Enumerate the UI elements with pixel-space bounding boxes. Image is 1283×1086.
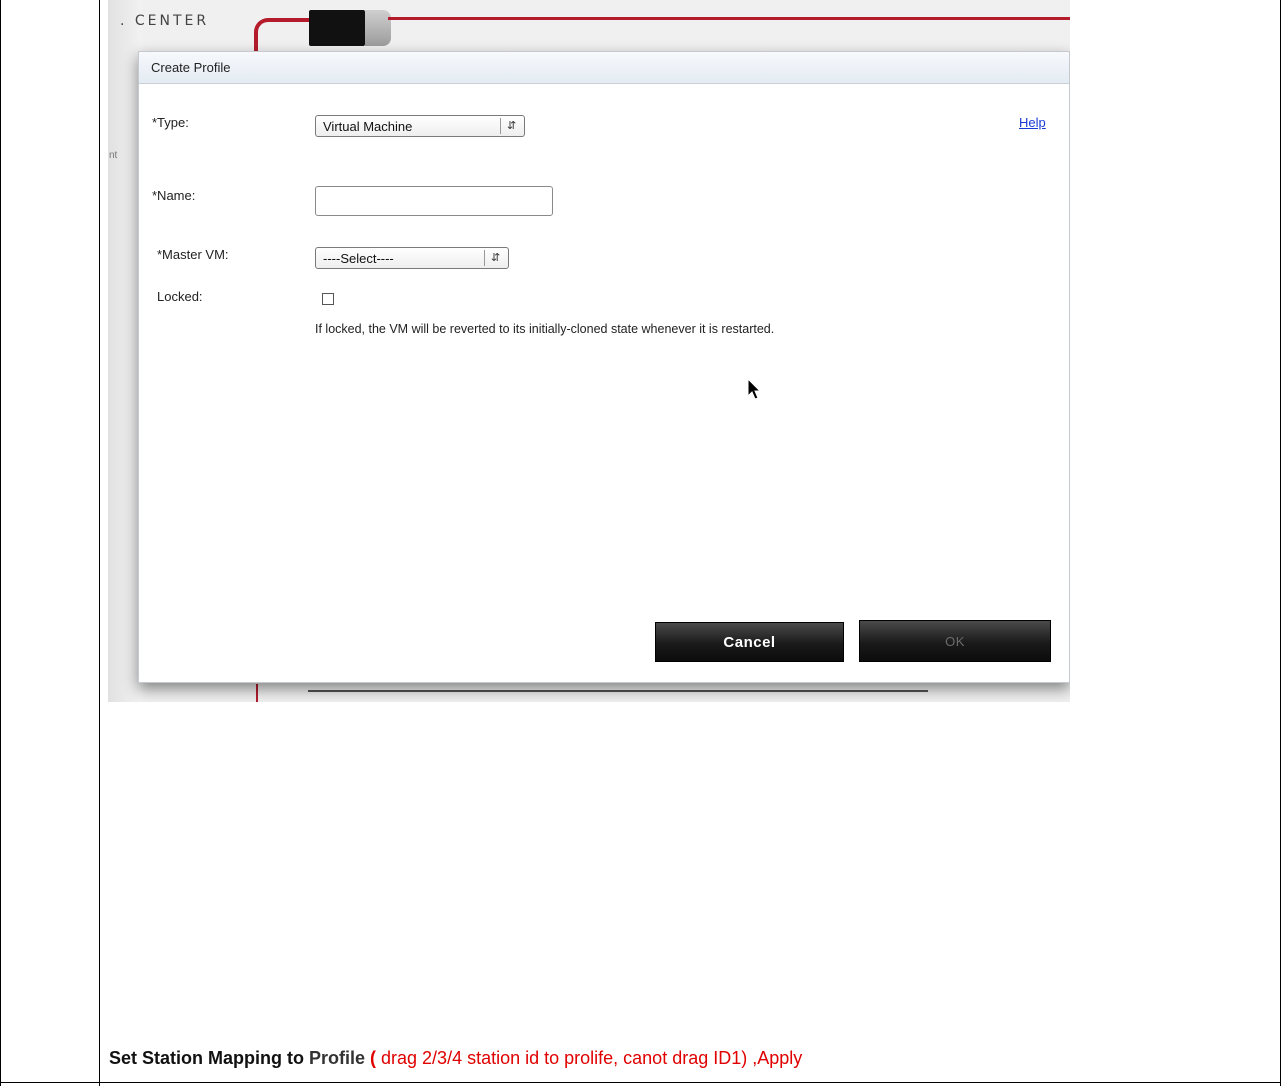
select-separator bbox=[484, 250, 485, 266]
background-shade bbox=[108, 0, 142, 702]
brand-text: . CENTER bbox=[120, 13, 210, 29]
caption-profile: Profile bbox=[309, 1048, 371, 1068]
up-down-arrows-icon: ⇵ bbox=[491, 252, 501, 264]
locked-hint: If locked, the VM will be reverted to it… bbox=[315, 322, 775, 336]
caption-note: drag 2/3/4 station id to prolife, canot … bbox=[376, 1048, 803, 1068]
locked-label: Locked: bbox=[157, 289, 203, 304]
background-red-line bbox=[256, 684, 258, 702]
type-select[interactable]: Virtual Machine ⇵ bbox=[315, 115, 525, 137]
caption-main: Set Station Mapping to bbox=[109, 1048, 309, 1068]
dialog-title: Create Profile bbox=[151, 60, 231, 75]
instruction-caption: Set Station Mapping to Profile ( drag 2/… bbox=[109, 1048, 802, 1069]
create-profile-dialog: Create Profile *Type: Virtual Machine ⇵ … bbox=[138, 51, 1070, 683]
background-dark-line bbox=[308, 690, 928, 692]
table-border-left bbox=[0, 0, 1, 1086]
header-black-tab bbox=[309, 10, 365, 46]
ok-button[interactable]: OK bbox=[859, 620, 1051, 662]
dialog-header: Create Profile bbox=[139, 52, 1069, 84]
master-vm-label: *Master VM: bbox=[157, 247, 229, 262]
up-down-arrows-icon: ⇵ bbox=[507, 120, 517, 132]
name-input[interactable] bbox=[315, 186, 553, 216]
locked-checkbox[interactable] bbox=[322, 293, 334, 305]
master-vm-select[interactable]: ----Select---- ⇵ bbox=[315, 247, 509, 269]
header-grey-tab bbox=[365, 10, 391, 46]
master-vm-select-value: ----Select---- bbox=[323, 251, 394, 266]
name-label: *Name: bbox=[152, 188, 196, 203]
table-border-right bbox=[1280, 0, 1281, 1086]
table-border-bottom bbox=[0, 1082, 1281, 1083]
cancel-button[interactable]: Cancel bbox=[655, 622, 844, 662]
table-column-divider bbox=[99, 0, 100, 1086]
type-label: *Type: bbox=[152, 115, 189, 130]
help-link[interactable]: Help bbox=[1019, 115, 1046, 130]
select-separator bbox=[500, 118, 501, 134]
mouse-cursor-icon bbox=[747, 378, 762, 400]
header-red-line bbox=[388, 17, 1070, 20]
screenshot-region: . CENTER nt Create Profile *Type: Virtua… bbox=[108, 0, 1070, 702]
background-text-fragment: nt bbox=[109, 150, 118, 161]
type-select-value: Virtual Machine bbox=[323, 119, 413, 134]
